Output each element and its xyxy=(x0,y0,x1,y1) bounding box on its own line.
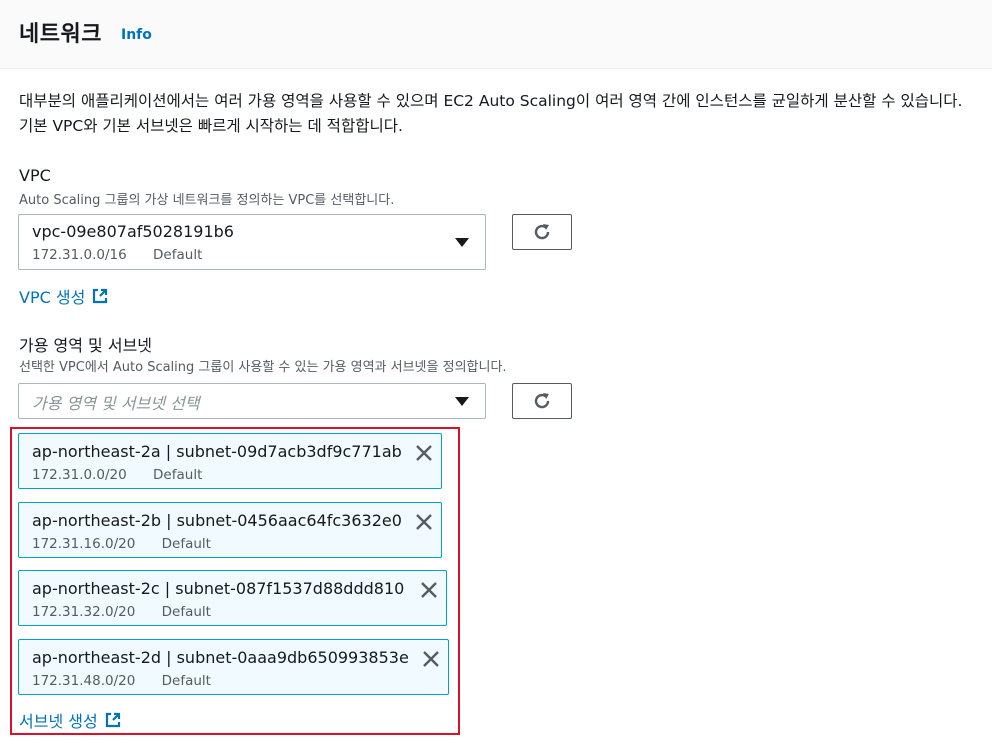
close-icon[interactable] xyxy=(414,512,434,532)
create-vpc-link[interactable]: VPC 생성 xyxy=(19,284,109,308)
close-icon[interactable] xyxy=(421,649,441,669)
vpc-label: VPC xyxy=(19,166,51,185)
vpc-hint: Auto Scaling 그룹의 가상 네트워크를 정의하는 VPC를 선택합니… xyxy=(19,193,395,208)
subnet-token-cidr: 172.31.16.0/20 xyxy=(32,536,136,552)
info-link[interactable]: Info xyxy=(121,27,152,43)
caret-down-icon xyxy=(455,397,469,406)
subnet-token: ap-northeast-2a | subnet-09d7acb3df9c771… xyxy=(18,433,442,489)
section-header: 네트워크 Info xyxy=(0,0,992,69)
refresh-icon xyxy=(534,393,550,409)
subnet-token-cidr: 172.31.32.0/20 xyxy=(32,604,136,620)
subnets-label: 가용 영역 및 서브넷 xyxy=(19,336,153,355)
external-link-icon xyxy=(93,288,108,304)
subnets-select[interactable]: 가용 영역 및 서브넷 선택 xyxy=(18,383,486,419)
close-icon[interactable] xyxy=(419,580,439,600)
vpc-cidr: 172.31.0.0/16 xyxy=(32,247,127,263)
subnet-token-tag: Default xyxy=(161,673,211,689)
subnet-token: ap-northeast-2c | subnet-087f1537d88ddd8… xyxy=(18,570,447,626)
subnet-token: ap-northeast-2b | subnet-0456aac64fc3632… xyxy=(18,502,442,558)
subnet-token-tag: Default xyxy=(161,604,211,620)
subnet-token-meta: 172.31.32.0/20 Default xyxy=(32,604,211,620)
subnets-placeholder: 가용 영역 및 서브넷 선택 xyxy=(32,394,200,413)
subnet-token-meta: 172.31.48.0/20 Default xyxy=(32,673,211,689)
subnet-token-name: ap-northeast-2b | subnet-0456aac64fc3632… xyxy=(32,511,402,530)
external-link-icon xyxy=(105,712,120,728)
create-subnet-label: 서브넷 생성 xyxy=(19,712,98,731)
subnet-token-tag: Default xyxy=(153,467,203,483)
subnet-token-cidr: 172.31.48.0/20 xyxy=(32,673,136,689)
subnet-token-tag: Default xyxy=(161,536,211,552)
create-subnet-link[interactable]: 서브넷 생성 xyxy=(19,708,122,732)
subnets-hint: 선택한 VPC에서 Auto Scaling 그룹이 사용할 수 있는 가용 영… xyxy=(19,360,507,375)
vpc-select[interactable]: vpc-09e807af5028191b6 172.31.0.0/16 Defa… xyxy=(18,214,486,270)
close-icon[interactable] xyxy=(414,443,434,463)
vpc-refresh-button[interactable] xyxy=(512,214,572,250)
create-vpc-label: VPC 생성 xyxy=(19,288,86,307)
vpc-tag: Default xyxy=(153,247,203,263)
section-description: 대부분의 애플리케이션에서는 여러 가용 영역을 사용할 수 있으며 EC2 A… xyxy=(19,92,963,135)
subnet-token-name: ap-northeast-2a | subnet-09d7acb3df9c771… xyxy=(32,442,402,461)
vpc-selected-meta: 172.31.0.0/16 Default xyxy=(32,247,202,263)
subnet-token-meta: 172.31.0.0/20 Default xyxy=(32,467,202,483)
refresh-icon xyxy=(534,224,550,240)
subnet-token-name: ap-northeast-2c | subnet-087f1537d88ddd8… xyxy=(32,579,405,598)
vpc-selected-id: vpc-09e807af5028191b6 xyxy=(32,222,234,241)
subnet-token-meta: 172.31.16.0/20 Default xyxy=(32,536,211,552)
subnet-token: ap-northeast-2d | subnet-0aaa9db65099385… xyxy=(18,639,449,695)
subnet-token-cidr: 172.31.0.0/20 xyxy=(32,467,127,483)
section-title: 네트워크 xyxy=(19,22,102,47)
subnets-refresh-button[interactable] xyxy=(512,383,572,419)
subnet-token-name: ap-northeast-2d | subnet-0aaa9db65099385… xyxy=(32,648,409,667)
caret-down-icon xyxy=(455,238,469,247)
